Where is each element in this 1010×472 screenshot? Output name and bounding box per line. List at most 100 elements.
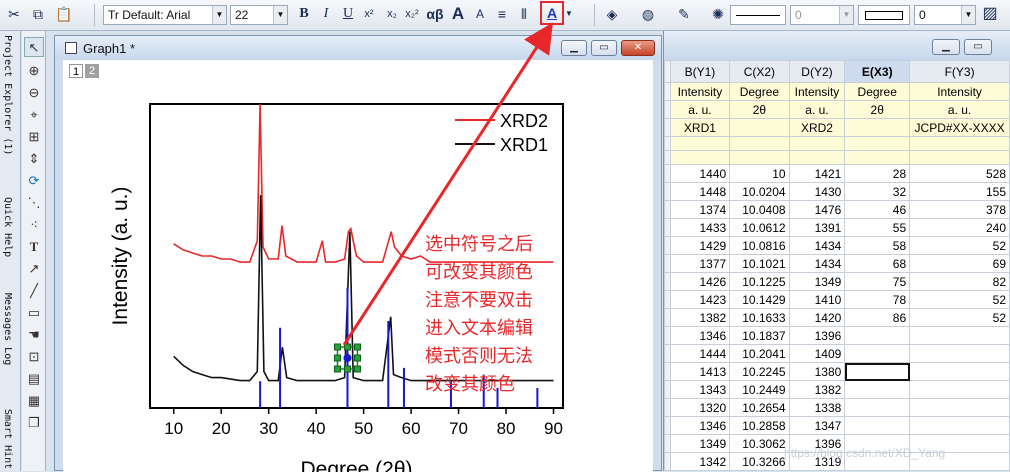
insert-table-icon[interactable]: ▦	[24, 391, 44, 411]
units-cell[interactable]: 2θ	[844, 100, 911, 119]
project-explorer-tab[interactable]: Project Explorer (1)	[2, 35, 13, 155]
scatter-tool-icon[interactable]: ⁖	[24, 215, 44, 235]
data-cell[interactable]: 10.1021	[729, 254, 790, 273]
meta-cell[interactable]	[844, 136, 911, 151]
data-cell[interactable]: 155	[909, 182, 1010, 201]
data-cell[interactable]: 1382	[669, 308, 731, 327]
chevron-down-icon[interactable]: ▼	[961, 6, 975, 24]
data-cell[interactable]: 32	[844, 182, 911, 201]
fill-color-icon[interactable]: ◈	[602, 4, 622, 24]
data-cell[interactable]: 10.3062	[729, 434, 790, 453]
restore-button[interactable]: ▭	[591, 40, 617, 56]
data-cell[interactable]	[909, 380, 1010, 399]
table-row[interactable]: 1343 10.2449 1382	[664, 380, 1010, 399]
data-cell[interactable]: 1338	[788, 398, 846, 417]
comment-cell[interactable]: XRD1	[669, 118, 731, 137]
data-cell[interactable]: 1342	[669, 452, 731, 471]
border-style-select[interactable]	[858, 5, 910, 25]
data-cell[interactable]: 1396	[788, 326, 846, 345]
minimize-button[interactable]: ▁	[561, 40, 587, 56]
data-cell[interactable]	[844, 326, 911, 345]
data-cell[interactable]: 10.2041	[729, 344, 790, 363]
table-row[interactable]: 1346 10.1837 1396	[664, 326, 1010, 345]
data-cell[interactable]: 10.0816	[729, 236, 790, 255]
data-cell[interactable]: 10.1225	[729, 272, 790, 291]
insert-graph-icon[interactable]: ▤	[24, 369, 44, 389]
long-name-cell[interactable]: Degree	[844, 82, 911, 101]
data-cell[interactable]: 10.0204	[729, 182, 790, 201]
long-name-cell[interactable]: Intensity	[788, 82, 846, 101]
extra-meta-row[interactable]	[664, 136, 1010, 151]
data-cell[interactable]	[844, 362, 911, 381]
data-cell[interactable]: 28	[844, 164, 911, 183]
zoom-in-icon[interactable]: ⊕	[24, 61, 44, 81]
data-cell[interactable]: 1343	[669, 380, 731, 399]
data-cell[interactable]: 10.0408	[729, 200, 790, 219]
data-cell[interactable]: 1440	[669, 164, 731, 183]
data-cell[interactable]: 1409	[788, 344, 846, 363]
line-width-select[interactable]: 0 ▼	[790, 5, 854, 25]
data-cell[interactable]: 1380	[788, 362, 846, 381]
table-row[interactable]: 1346 10.2858 1347	[664, 416, 1010, 435]
comments-row[interactable]: XRD1 XRD2 JCPD#XX-XXXX	[664, 118, 1010, 137]
data-cell[interactable]: 1433	[669, 218, 731, 237]
long-name-row[interactable]: Intensity Degree Intensity Degree Intensity	[664, 82, 1010, 101]
data-cell[interactable]: 10.3266	[729, 452, 790, 471]
font-size-select[interactable]: 22 ▼	[230, 5, 288, 25]
data-cell[interactable]: 1444	[669, 344, 731, 363]
align-left-icon[interactable]: ≡	[492, 4, 512, 24]
data-cell[interactable]: 52	[909, 308, 1010, 327]
meta-cell[interactable]	[844, 150, 911, 165]
worksheet-grid[interactable]: B(Y1) C(X2) D(Y2) E(X3) F(Y3) Intensity Degree…	[664, 60, 1010, 471]
column-header[interactable]: C(X2)	[729, 60, 790, 83]
line-style-select[interactable]	[730, 5, 786, 25]
data-cell[interactable]: 10.0612	[729, 218, 790, 237]
text-tool-icon[interactable]: T	[24, 237, 44, 257]
data-cell[interactable]: 1421	[788, 164, 846, 183]
copy-icon[interactable]: ⧉	[28, 4, 48, 24]
italic-button[interactable]: I	[316, 4, 336, 24]
data-cell[interactable]	[909, 416, 1010, 435]
long-name-cell[interactable]: Intensity	[669, 82, 731, 101]
greek-button[interactable]: αβ	[424, 4, 446, 24]
comment-cell[interactable]	[844, 118, 911, 137]
units-cell[interactable]: a. u.	[669, 100, 731, 119]
data-cell[interactable]: 1320	[669, 398, 731, 417]
table-row[interactable]: 1382 10.1633 1420 86 52	[664, 308, 1010, 327]
data-reader-icon[interactable]: ⌖	[24, 105, 44, 125]
long-name-cell[interactable]: Degree	[729, 82, 790, 101]
comment-cell[interactable]: JCPD#XX-XXXX	[909, 118, 1010, 137]
data-cell[interactable]: 82	[909, 272, 1010, 291]
meta-cell[interactable]	[729, 150, 790, 165]
data-cell[interactable]: 10.1837	[729, 326, 790, 345]
data-cell[interactable]	[844, 344, 911, 363]
chevron-down-icon[interactable]: ▼	[839, 6, 853, 24]
data-cell[interactable]: 10.1633	[729, 308, 790, 327]
line-tool-icon[interactable]: ╱	[24, 281, 44, 301]
data-cell[interactable]: 86	[844, 308, 911, 327]
data-cell[interactable]: 10.2449	[729, 380, 790, 399]
data-cell[interactable]: 1430	[788, 182, 846, 201]
data-cell[interactable]	[909, 398, 1010, 417]
graph-window-titlebar[interactable]: Graph1 * ▁ ▭ ✕	[55, 36, 661, 60]
data-cell[interactable]: 1429	[669, 236, 731, 255]
rectangle-tool-icon[interactable]: ▭	[24, 303, 44, 323]
meta-cell[interactable]	[909, 136, 1010, 151]
quick-help-tab[interactable]: Quick Help	[2, 197, 13, 257]
fill-value-select[interactable]: 0 ▼	[914, 5, 976, 25]
data-cell[interactable]: 68	[844, 254, 911, 273]
data-cell[interactable]	[909, 326, 1010, 345]
meta-cell[interactable]	[729, 136, 790, 151]
table-row[interactable]: 1426 10.1225 1349 75 82	[664, 272, 1010, 291]
table-row[interactable]: 1429 10.0816 1434 58 52	[664, 236, 1010, 255]
pattern-icon[interactable]: ◍	[638, 4, 658, 24]
data-cell[interactable]: 1423	[669, 290, 731, 309]
worksheet-titlebar[interactable]: ▁ ▭	[664, 31, 1010, 60]
pointer-icon[interactable]: ↖	[24, 37, 44, 57]
table-row[interactable]: 1448 10.0204 1430 32 155	[664, 182, 1010, 201]
data-cell[interactable]: 10	[729, 164, 790, 183]
brightness-icon[interactable]: ✺	[708, 4, 728, 24]
column-header[interactable]: B(Y1)	[669, 60, 731, 83]
underline-button[interactable]: U	[338, 4, 358, 24]
data-cell[interactable]: 240	[909, 218, 1010, 237]
